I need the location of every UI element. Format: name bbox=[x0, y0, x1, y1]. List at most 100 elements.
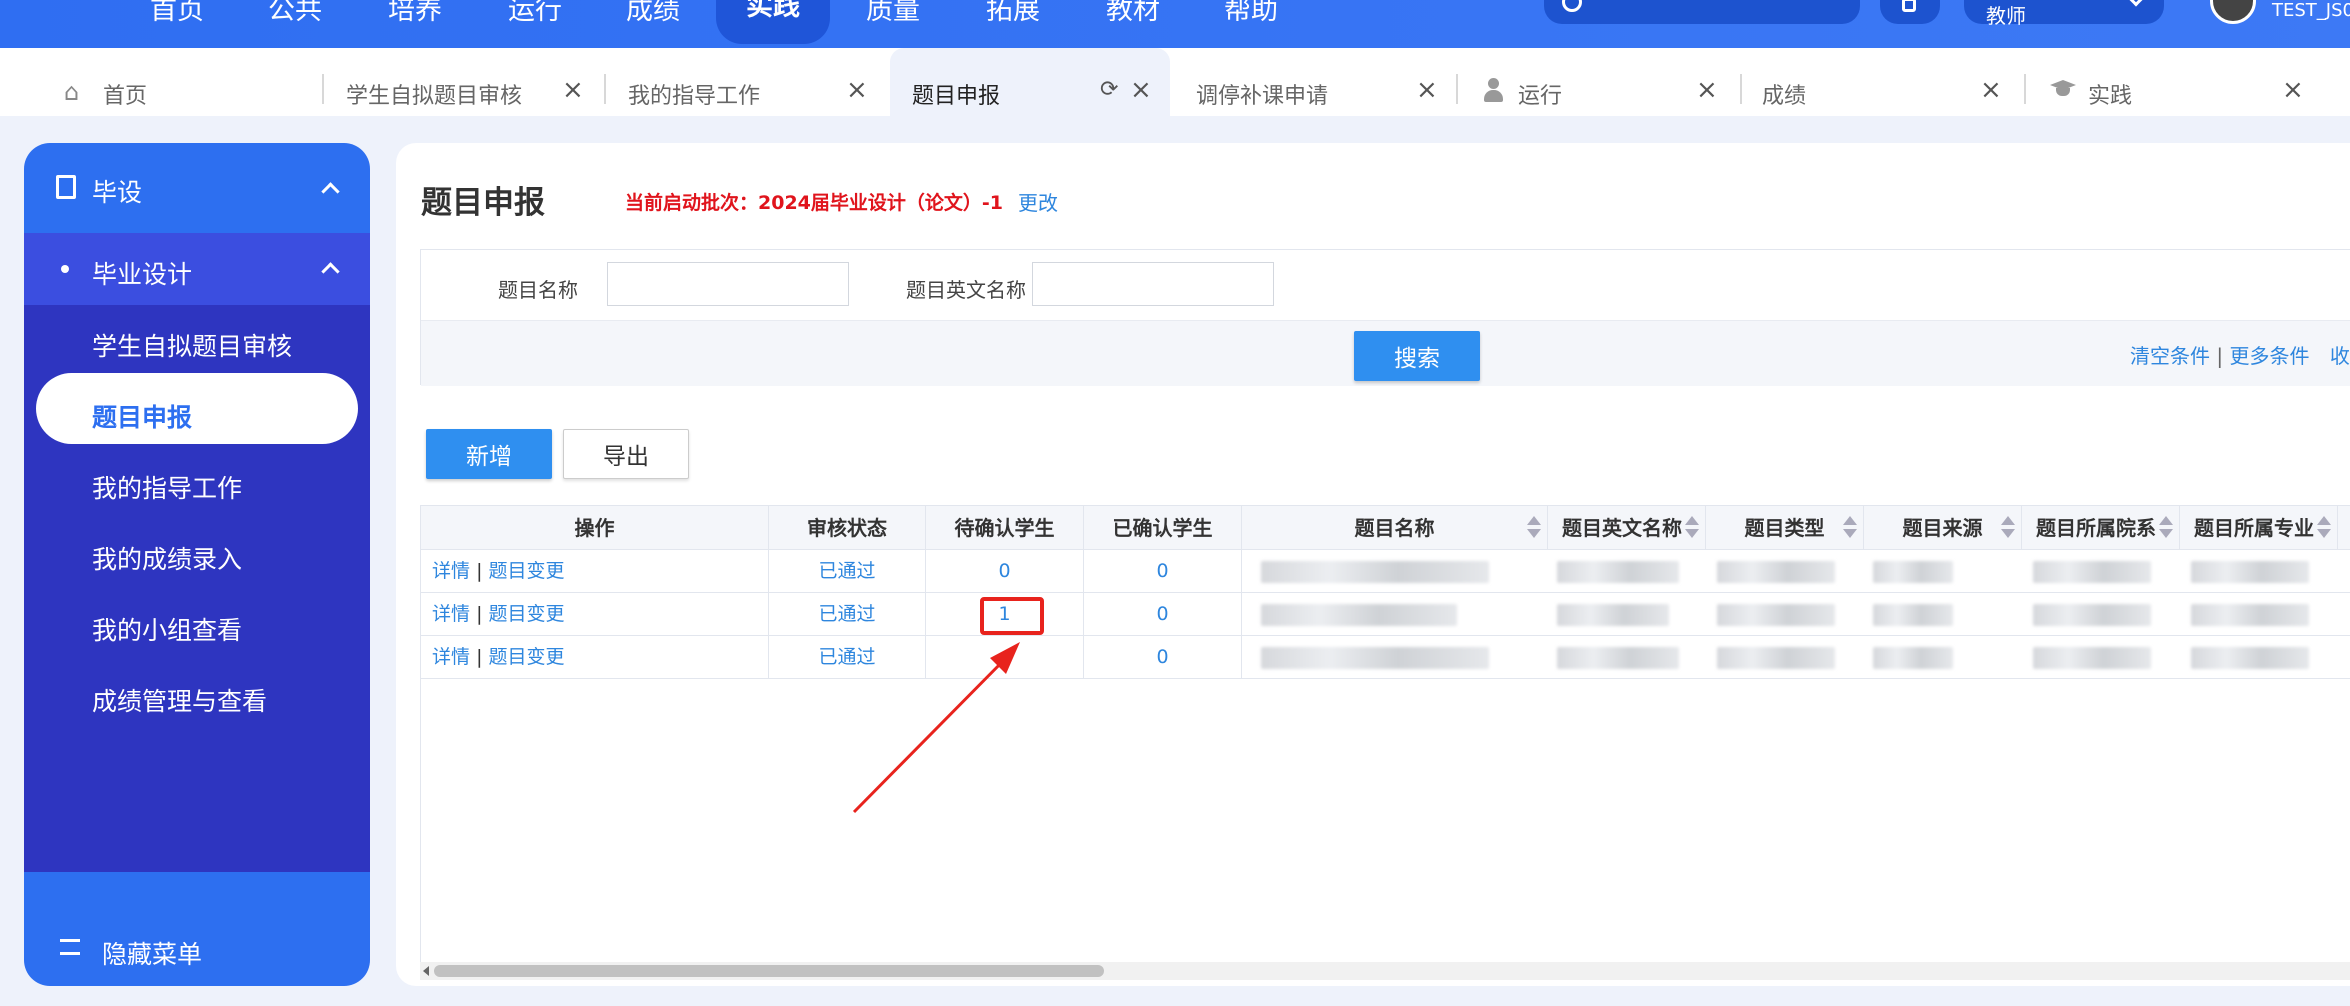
bell-icon bbox=[1902, 0, 1916, 12]
row-actions: 详情 | 题目变更 bbox=[421, 593, 769, 636]
tab-divider bbox=[322, 74, 324, 104]
topic-en-name-input[interactable] bbox=[1032, 262, 1274, 306]
redacted-cell bbox=[2191, 561, 2309, 583]
hide-menu-button[interactable]: 隐藏菜单 bbox=[24, 923, 370, 983]
close-icon[interactable]: × bbox=[1416, 75, 1438, 105]
collapse-link[interactable]: 收起 bbox=[2330, 344, 2350, 368]
col-header-label: 题目来源 bbox=[1902, 516, 1983, 540]
tab-topic-declaration[interactable]: 题目申报 ⟳ × bbox=[890, 48, 1170, 116]
close-icon[interactable]: × bbox=[562, 75, 584, 105]
topnav-help[interactable]: 帮助 bbox=[1224, 0, 1278, 27]
topnav-textbook[interactable]: 教材 bbox=[1106, 0, 1160, 27]
topnav-operation[interactable]: 运行 bbox=[508, 0, 562, 27]
col-header-sortable[interactable]: 题目英文名称 bbox=[1548, 506, 1706, 550]
sidebar-subsection-label: 毕业设计 bbox=[92, 260, 193, 289]
tab-label: 调停补课申请 bbox=[1196, 84, 1329, 109]
clear-conditions-link[interactable]: 清空条件 bbox=[2130, 344, 2210, 368]
scrollbar-thumb[interactable] bbox=[434, 965, 1104, 977]
close-icon[interactable]: × bbox=[1696, 75, 1718, 105]
redacted-cell bbox=[2191, 604, 2309, 626]
confirmed-students[interactable]: 0 bbox=[1084, 636, 1242, 679]
tab-scores[interactable]: 成绩 × bbox=[1740, 48, 2020, 116]
avatar[interactable] bbox=[2210, 0, 2256, 24]
topic-change-link[interactable]: 题目变更 bbox=[489, 646, 565, 668]
close-icon[interactable]: × bbox=[1130, 75, 1152, 105]
topnav-public[interactable]: 公共 bbox=[268, 0, 322, 27]
sidebar-item-student-topic-review[interactable]: 学生自拟题目审核 bbox=[92, 327, 292, 363]
tab-practice[interactable]: 实践 × bbox=[2024, 48, 2324, 116]
sidebar-section-graduation[interactable]: 毕设 bbox=[24, 143, 370, 233]
graduation-cap-icon bbox=[2050, 80, 2076, 98]
tab-operation[interactable]: 运行 × bbox=[1456, 48, 1736, 116]
topnav-extension[interactable]: 拓展 bbox=[986, 0, 1040, 27]
sidebar-item-my-guidance[interactable]: 我的指导工作 bbox=[92, 469, 242, 505]
sidebar-item-group-view[interactable]: 我的小组查看 bbox=[92, 611, 242, 647]
horizontal-scrollbar[interactable] bbox=[420, 962, 2350, 980]
redacted-cell bbox=[2033, 604, 2151, 626]
topic-change-link[interactable]: 题目变更 bbox=[489, 603, 565, 625]
tab-reschedule-request[interactable]: 调停补课申请 × bbox=[1174, 48, 1454, 116]
export-button[interactable]: 导出 bbox=[563, 429, 689, 479]
arrow-shaft bbox=[852, 654, 1010, 814]
tab-home[interactable]: ⌂ 首页 bbox=[0, 48, 320, 116]
topnav-scores[interactable]: 成绩 bbox=[626, 0, 680, 27]
change-batch-link[interactable]: 更改 bbox=[1018, 187, 1058, 216]
tab-label: 题目申报 bbox=[912, 84, 1001, 109]
sort-icon bbox=[1843, 514, 1857, 540]
sidebar-item-active-bg bbox=[36, 373, 358, 444]
redacted-cell bbox=[1873, 561, 1953, 583]
redacted-cell bbox=[1873, 647, 1953, 669]
detail-link[interactable]: 详情 bbox=[432, 603, 470, 625]
more-conditions-link[interactable]: 更多条件 bbox=[2229, 344, 2309, 368]
scroll-left-icon[interactable] bbox=[423, 966, 429, 976]
topnav-home[interactable]: 首页 bbox=[150, 0, 204, 27]
sidebar-item-score-management[interactable]: 成绩管理与查看 bbox=[92, 682, 267, 718]
redacted-cell bbox=[1717, 561, 1835, 583]
sidebar-item-score-entry[interactable]: 我的成绩录入 bbox=[92, 540, 242, 576]
chevron-up-icon bbox=[321, 182, 340, 201]
topnav-practice[interactable]: 实践 bbox=[716, 0, 830, 44]
confirmed-students[interactable]: 0 bbox=[1084, 593, 1242, 636]
col-header-label: 题目所属院系 bbox=[2036, 516, 2156, 540]
col-header-sortable[interactable]: 题目来源 bbox=[1864, 506, 2022, 550]
confirmed-students[interactable]: 0 bbox=[1084, 550, 1242, 593]
topic-change-link[interactable]: 题目变更 bbox=[489, 560, 565, 582]
table-row: 详情 | 题目变更 已通过 0 0 bbox=[421, 550, 2350, 593]
row-actions: 详情 | 题目变更 bbox=[421, 550, 769, 593]
chevron-down-icon bbox=[2127, 0, 2145, 7]
topnav-training[interactable]: 培养 bbox=[388, 0, 442, 27]
refresh-icon[interactable]: ⟳ bbox=[1100, 77, 1118, 102]
search-links: 清空条件 | 更多条件 收起 bbox=[2130, 340, 2350, 369]
sidebar-section-label: 毕设 bbox=[92, 178, 143, 207]
review-status[interactable]: 已通过 bbox=[769, 550, 926, 593]
close-icon[interactable]: × bbox=[2282, 75, 2304, 105]
sidebar-subsection-design[interactable]: 毕业设计 bbox=[24, 233, 370, 305]
redacted-cell bbox=[1557, 647, 1679, 669]
topnav-quality[interactable]: 质量 bbox=[866, 0, 920, 27]
global-search-input[interactable] bbox=[1544, 0, 1860, 24]
col-header-sortable[interactable]: 题目类型 bbox=[1706, 506, 1864, 550]
role-select[interactable]: 教师 bbox=[1964, 0, 2164, 28]
close-icon[interactable]: × bbox=[1980, 75, 2002, 105]
pending-students[interactable]: 0 bbox=[926, 550, 1084, 593]
detail-link[interactable]: 详情 bbox=[432, 646, 470, 668]
tab-divider bbox=[1456, 74, 1458, 104]
col-header-sortable[interactable]: 题目所属专业 bbox=[2180, 506, 2338, 550]
col-header-sortable[interactable]: 题目名称 bbox=[1242, 506, 1548, 550]
topic-name-input[interactable] bbox=[607, 262, 849, 306]
col-header-sortable[interactable]: 题目所属院系 bbox=[2022, 506, 2180, 550]
search-button[interactable]: 搜索 bbox=[1354, 331, 1480, 381]
col-header: 待确认学生 bbox=[926, 506, 1084, 550]
tab-my-guidance[interactable]: 我的指导工作 × bbox=[604, 48, 884, 116]
tab-student-topic-review[interactable]: 学生自拟题目审核 × bbox=[322, 48, 602, 116]
notification-button[interactable] bbox=[1880, 0, 1940, 24]
tab-label: 我的指导工作 bbox=[628, 84, 761, 109]
detail-link[interactable]: 详情 bbox=[432, 560, 470, 582]
sidebar-item-topic-declaration[interactable]: 题目申报 bbox=[92, 398, 192, 434]
add-button[interactable]: 新增 bbox=[426, 429, 552, 479]
close-icon[interactable]: × bbox=[846, 75, 868, 105]
redacted-cell bbox=[1557, 604, 1669, 626]
user-icon bbox=[1484, 78, 1503, 102]
sort-icon bbox=[1527, 514, 1541, 540]
link-separator: | bbox=[2216, 344, 2224, 368]
